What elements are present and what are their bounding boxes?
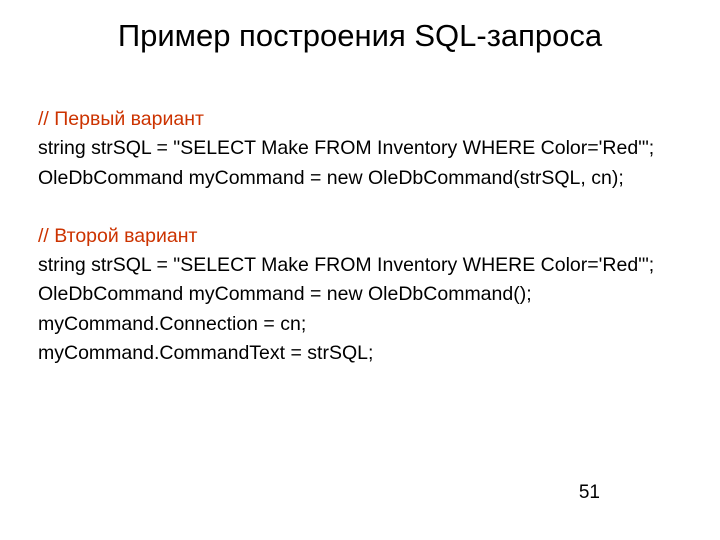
slide-title: Пример построения SQL-запроса: [0, 18, 720, 54]
blank-line: [38, 193, 682, 222]
code-line: OleDbCommand myCommand = new OleDbComman…: [38, 164, 682, 193]
comment-variant-1: // Первый вариант: [38, 105, 682, 134]
page-number: 51: [579, 482, 600, 504]
code-line: myCommand.Connection = cn;: [38, 310, 682, 339]
slide: Пример построения SQL-запроса // Первый …: [0, 0, 720, 540]
code-line: string strSQL = "SELECT Make FROM Invent…: [38, 251, 682, 280]
code-line: string strSQL = "SELECT Make FROM Invent…: [38, 134, 682, 163]
code-line: OleDbCommand myCommand = new OleDbComman…: [38, 280, 682, 309]
slide-body: // Первый вариант string strSQL = "SELEC…: [38, 105, 682, 368]
comment-variant-2: // Второй вариант: [38, 222, 682, 251]
code-line: myCommand.CommandText = strSQL;: [38, 339, 682, 368]
